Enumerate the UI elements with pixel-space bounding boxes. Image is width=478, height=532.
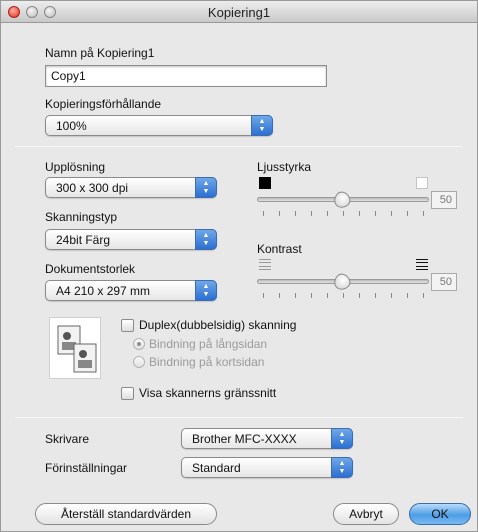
slider-tick [359, 293, 360, 298]
slider-tick [311, 211, 312, 216]
copy-ratio-label: Kopieringsförhållande [45, 97, 162, 111]
slider-tick [391, 293, 392, 298]
document-size-value: A4 210 x 297 mm [56, 284, 151, 298]
copy-ratio-popup[interactable]: 100% ▲ ▼ [45, 115, 273, 136]
document-size-label: Dokumentstorlek [45, 262, 136, 276]
printer-popup[interactable]: Brother MFC-XXXX ▲ ▼ [181, 428, 353, 449]
popup-arrows-icon: ▲ ▼ [195, 229, 217, 250]
popup-arrows-icon: ▲ ▼ [331, 428, 353, 449]
slider-tick [423, 211, 424, 216]
light-level-icon [416, 177, 428, 189]
slider-tick [407, 293, 408, 298]
low-contrast-icon [259, 259, 271, 270]
duplex-pages-icon [57, 325, 97, 373]
slider-tick [295, 293, 296, 298]
slider-tick [407, 211, 408, 216]
binding-short-edge-radio[interactable] [133, 356, 145, 368]
divider [15, 146, 463, 147]
high-contrast-icon [416, 259, 428, 270]
presets-popup[interactable]: Standard ▲ ▼ [181, 457, 353, 478]
contrast-value[interactable]: 50 [431, 273, 457, 291]
popup-arrows-icon: ▲ ▼ [195, 177, 217, 198]
slider-tick [343, 293, 344, 298]
restore-defaults-button[interactable]: Återställ standardvärden [35, 503, 217, 525]
slider-tick [423, 293, 424, 298]
brightness-slider-knob[interactable] [330, 188, 354, 212]
ok-button[interactable]: OK [409, 503, 471, 525]
slider-tick [359, 211, 360, 216]
divider [15, 417, 463, 418]
slider-tick [263, 211, 264, 216]
binding-long-edge-label: Bindning på långsidan [149, 337, 268, 351]
brightness-label: Ljusstyrka [257, 160, 312, 174]
binding-short-edge-label: Bindning på kortsidan [149, 355, 265, 369]
copy-dialog-window: Kopiering1 Namn på Kopiering1 Copy1 Kopi… [0, 0, 478, 532]
slider-tick [375, 293, 376, 298]
window-title: Kopiering1 [207, 5, 271, 20]
scan-type-value: 24bit Färg [56, 233, 111, 247]
copy-ratio-value: 100% [56, 119, 87, 133]
duplex-label: Duplex(dubbelsidig) skanning [139, 318, 297, 332]
slider-tick [391, 211, 392, 216]
slider-tick [327, 293, 328, 298]
duplex-preview-image [49, 317, 101, 379]
slider-tick [375, 211, 376, 216]
contrast-slider-knob[interactable] [330, 270, 354, 294]
slider-tick [279, 293, 280, 298]
document-size-popup[interactable]: A4 210 x 297 mm ▲ ▼ [45, 280, 217, 301]
popup-arrows-icon: ▲ ▼ [195, 280, 217, 301]
printer-value: Brother MFC-XXXX [192, 432, 297, 446]
printer-label: Skrivare [45, 432, 90, 446]
copy-name-label: Namn på Kopiering1 [45, 46, 155, 60]
resolution-popup[interactable]: 300 x 300 dpi ▲ ▼ [45, 177, 217, 198]
duplex-checkbox[interactable] [121, 319, 134, 332]
contrast-ticks [263, 293, 424, 299]
dark-level-icon [259, 177, 271, 189]
resolution-label: Upplösning [45, 160, 106, 174]
slider-tick [311, 293, 312, 298]
slider-tick [263, 293, 264, 298]
scan-type-label: Skanningstyp [45, 210, 118, 224]
copy-name-field[interactable]: Copy1 [45, 65, 327, 87]
show-scanner-ui-checkbox[interactable] [121, 387, 134, 400]
presets-value: Standard [192, 461, 241, 475]
title-bar[interactable]: Kopiering1 [1, 1, 477, 23]
brightness-ticks [263, 211, 424, 217]
slider-tick [327, 211, 328, 216]
binding-long-edge-radio[interactable] [133, 338, 145, 350]
popup-arrows-icon: ▲ ▼ [331, 457, 353, 478]
show-scanner-ui-label: Visa skannerns gränssnitt [139, 386, 277, 400]
slider-tick [343, 211, 344, 216]
popup-arrows-icon: ▲ ▼ [251, 115, 273, 136]
resolution-value: 300 x 300 dpi [56, 181, 129, 195]
cancel-button[interactable]: Avbryt [333, 503, 399, 525]
scan-type-popup[interactable]: 24bit Färg ▲ ▼ [45, 229, 217, 250]
slider-tick [279, 211, 280, 216]
contrast-label: Kontrast [257, 242, 302, 256]
brightness-value[interactable]: 50 [431, 191, 457, 209]
slider-tick [295, 211, 296, 216]
presets-label: Förinställningar [45, 461, 128, 475]
